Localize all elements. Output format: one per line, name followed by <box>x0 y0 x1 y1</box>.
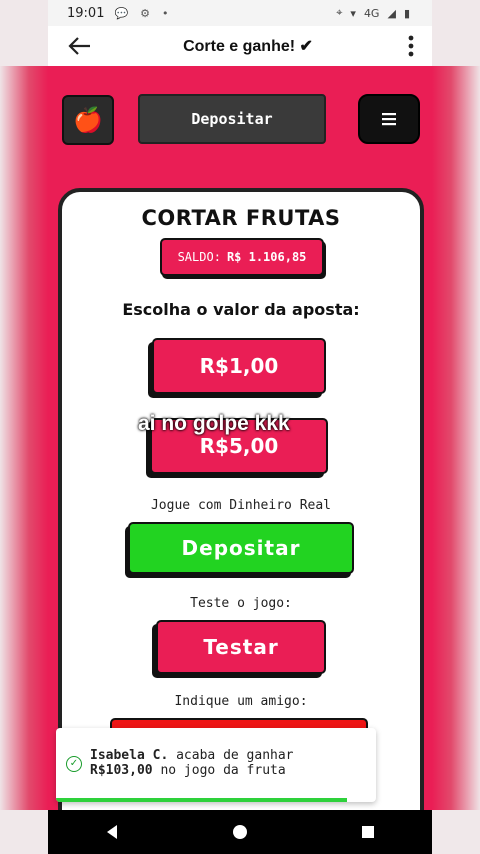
test-game-label: Teste o jogo: <box>190 596 292 611</box>
toast-amount: R$103,00 <box>90 763 153 778</box>
more-options-button[interactable] <box>396 26 426 66</box>
test-button[interactable]: Testar <box>156 620 326 674</box>
nav-recents-icon[interactable] <box>360 824 376 840</box>
arrow-left-icon <box>68 37 90 55</box>
system-icons: ⌖ ▾ 4G ◢ ▮ <box>336 6 410 20</box>
win-notification-toast: ✓ Isabela C. acaba de ganhar R$103,00 no… <box>56 728 376 802</box>
card-title: CORTAR FRUTAS <box>141 206 341 230</box>
game-card: CORTAR FRUTAS SALDO: R$ 1.106,85 Escolha… <box>58 188 424 810</box>
back-button[interactable] <box>60 26 100 66</box>
app-icon: ⚙ <box>140 6 151 20</box>
hamburger-icon <box>382 113 396 126</box>
blurred-edge-right <box>432 66 480 810</box>
kebab-menu-icon <box>408 35 414 57</box>
hamburger-menu-button[interactable] <box>358 94 420 144</box>
toast-progress-bar <box>56 798 348 802</box>
page-title: Corte e ganhe! ✔ <box>183 38 313 55</box>
wifi-icon: ▾ <box>350 6 356 20</box>
check-circle-icon: ✓ <box>66 756 82 772</box>
nav-back-icon[interactable] <box>104 824 120 840</box>
blurred-edge-left <box>0 66 48 810</box>
app-bar: Corte e ganhe! ✔ <box>48 26 432 66</box>
balance-value: R$ 1.106,85 <box>226 250 307 264</box>
notification-icons: 💬 ⚙ • <box>114 7 168 20</box>
deposit-green-button[interactable]: Depositar <box>128 522 354 574</box>
balance-prefix: SALDO: <box>177 250 221 264</box>
system-nav-bar <box>48 810 432 854</box>
status-bar: 19:01 💬 ⚙ • ⌖ ▾ 4G ◢ ▮ <box>48 0 432 26</box>
web-content: 🍎 Depositar CORTAR FRUTAS SALDO: R$ 1.10… <box>48 66 432 810</box>
dot-icon: • <box>162 6 169 20</box>
choose-bet-label: Escolha o valor da aposta: <box>122 300 360 319</box>
toast-winner-name: Isabela C. <box>90 748 169 763</box>
status-time: 19:01 <box>67 5 105 21</box>
overlay-caption: ai no golpe kkk <box>138 412 290 435</box>
apple-logo-button[interactable]: 🍎 <box>62 95 114 145</box>
toast-text-a: acaba de ganhar <box>168 748 294 763</box>
apple-icon: 🍎 <box>73 106 103 134</box>
toast-text-b: no jogo da fruta <box>152 763 286 778</box>
battery-icon: ▮ <box>403 6 410 20</box>
real-money-label: Jogue com Dinheiro Real <box>150 498 331 513</box>
network-label: 4G <box>363 6 380 20</box>
top-button-row: 🍎 Depositar <box>62 94 420 145</box>
refer-friend-label: Indique um amigo: <box>174 694 308 709</box>
signal-icon: ◢ <box>387 6 396 20</box>
nav-home-icon[interactable] <box>232 824 248 840</box>
bet-1-button[interactable]: R$1,00 <box>152 338 326 394</box>
location-icon: ⌖ <box>336 6 343 19</box>
chat-icon: 💬 <box>114 6 129 20</box>
toast-message: Isabela C. acaba de ganhar R$103,00 no j… <box>90 748 370 778</box>
deposit-top-button[interactable]: Depositar <box>138 94 326 144</box>
balance-badge: SALDO: R$ 1.106,85 <box>160 238 324 276</box>
